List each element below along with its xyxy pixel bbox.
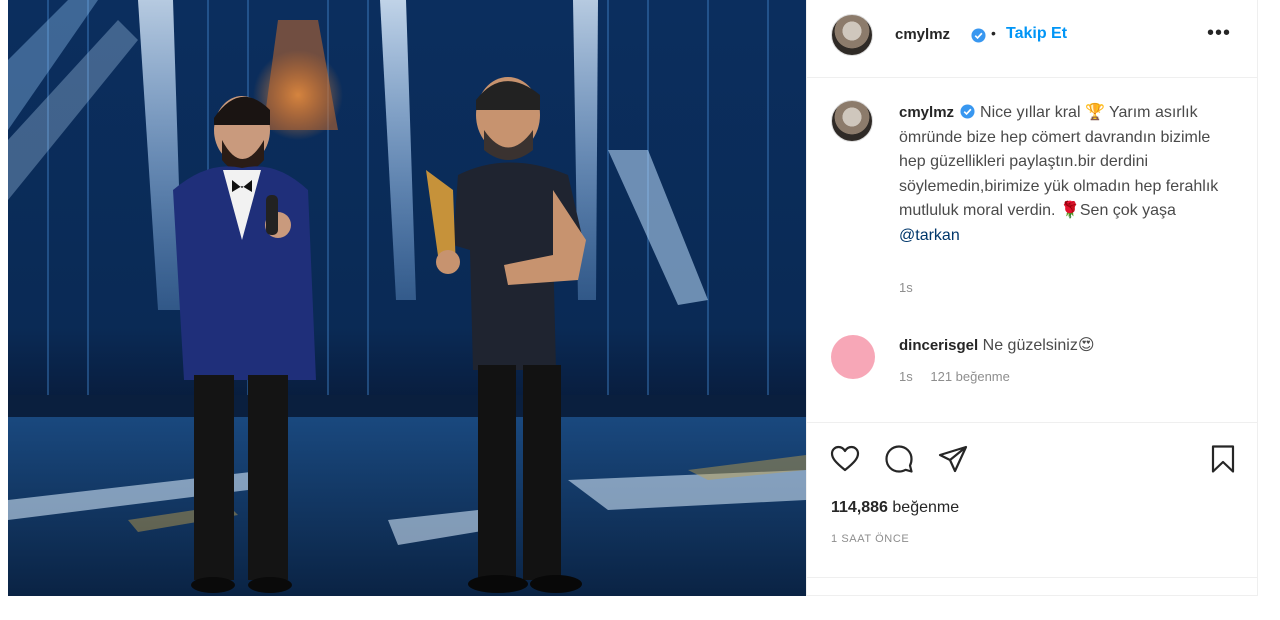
post-sidebar: cmylmz • Takip Et ••• cmylmz Nice yıllar … — [806, 0, 1258, 596]
follow-button[interactable]: Takip Et — [1006, 25, 1067, 43]
caption-username[interactable]: cmylmz — [899, 104, 954, 121]
likes-count[interactable]: 114,886 beğenme — [831, 499, 959, 517]
author-username[interactable]: cmylmz — [895, 26, 950, 43]
post-time-ago[interactable]: 1 SAAT ÖNCE — [831, 533, 909, 545]
stage-photo — [8, 0, 806, 596]
send-icon[interactable] — [937, 443, 969, 475]
comment-text: dincerisgel Ne güzelsiniz😍 — [899, 335, 1095, 355]
comment-body: Ne güzelsiniz — [982, 337, 1078, 354]
mention-link[interactable]: @tarkan — [899, 227, 960, 244]
likes-number: 114,886 — [831, 499, 888, 516]
caption-text: cmylmz Nice yıllar kral 🏆 Yarım asırlık ö… — [899, 101, 1229, 248]
commenter-username[interactable]: dincerisgel — [899, 337, 978, 354]
comment-likes[interactable]: 121 beğenme — [930, 369, 1010, 384]
rose-icon: 🌹 — [1059, 202, 1080, 219]
verified-badge-icon — [960, 104, 975, 119]
comment-meta: 1s 121 beğenme — [899, 369, 1010, 384]
caption-text-part1: Nice yıllar kral — [980, 104, 1085, 121]
post-actions: 114,886 beğenme 1 SAAT ÖNCE — [807, 422, 1257, 593]
author-avatar[interactable] — [831, 14, 873, 56]
heart-icon[interactable] — [829, 443, 861, 475]
likes-label: beğenme — [887, 499, 960, 516]
more-options-icon[interactable]: ••• — [1207, 22, 1231, 45]
bookmark-icon[interactable] — [1207, 443, 1239, 475]
verified-badge-icon — [971, 28, 986, 43]
comment-icon[interactable] — [883, 443, 915, 475]
commenter-avatar[interactable] — [831, 335, 875, 379]
separator-dot: • — [991, 25, 996, 41]
add-comment-area[interactable] — [807, 577, 1257, 594]
post-header: cmylmz • Takip Et ••• — [807, 0, 1257, 78]
post-image[interactable] — [8, 0, 806, 596]
heart-eyes-icon: 😍 — [1077, 337, 1095, 354]
caption-avatar[interactable] — [831, 100, 873, 142]
caption-text-part3: Sen çok yaşa — [1079, 202, 1176, 219]
comment-time[interactable]: 1s — [899, 369, 913, 384]
trophy-icon: 🏆 — [1084, 104, 1105, 121]
caption-time[interactable]: 1s — [899, 280, 913, 295]
